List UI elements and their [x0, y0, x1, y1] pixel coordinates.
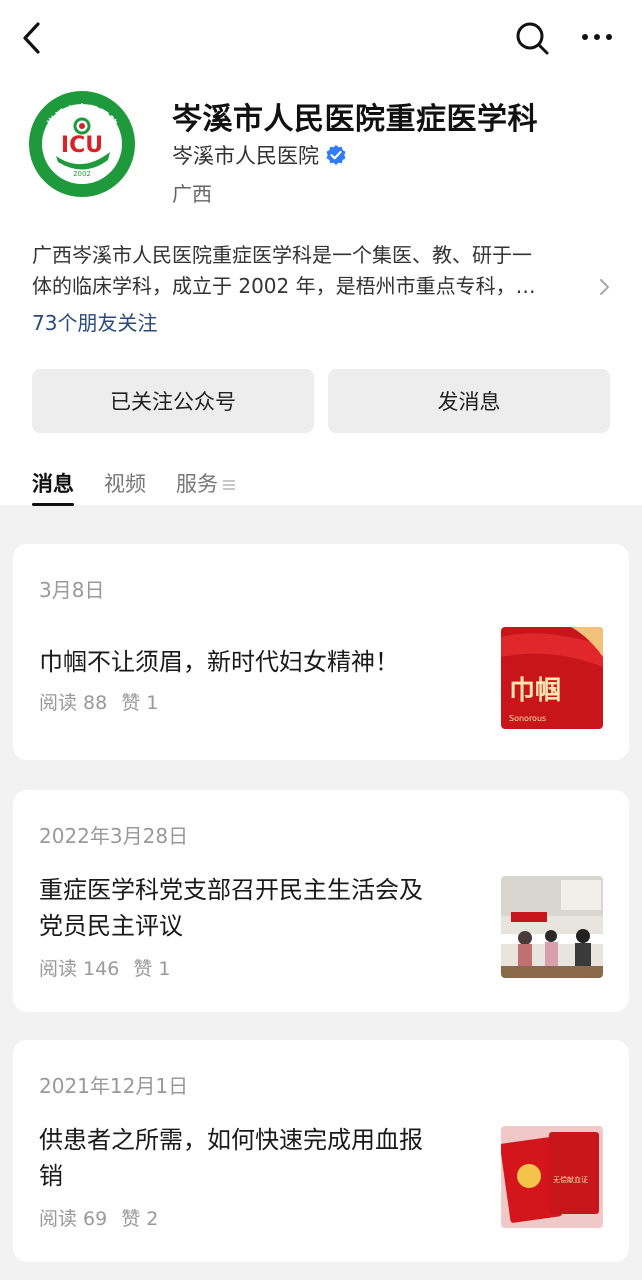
article-stats: 阅读 69 赞 2 — [39, 1204, 158, 1231]
chevron-right-icon[interactable] — [596, 276, 612, 298]
read-count: 阅读 69 — [39, 1208, 108, 1230]
article-date: 2022年3月28日 — [39, 824, 189, 848]
send-message-button[interactable]: 发消息 — [328, 369, 610, 433]
account-owner-label: 岑溪市人民医院 — [172, 144, 319, 168]
logo-year-text: 2002 — [73, 170, 91, 178]
description-line-1: 广西岑溪市人民医院重症医学科是一个集医、教、研于一 — [32, 243, 532, 267]
article-card[interactable]: 2022年3月28日 重症医学科党支部召开民主生活会及 党员民主评议 阅读 14… — [13, 790, 629, 1012]
search-icon[interactable] — [512, 18, 552, 58]
account-name: 岑溪市人民医院重症医学科 — [172, 102, 538, 137]
thumbnail-text: 巾帼 — [509, 676, 561, 706]
content-tabs: 消息 视频 服务 — [32, 468, 266, 506]
account-description[interactable]: 广西岑溪市人民医院重症医学科是一个集医、教、研于一 体的临床学科，成立于 200… — [32, 240, 578, 302]
verified-badge-icon — [326, 145, 346, 165]
read-count: 阅读 88 — [39, 692, 108, 714]
like-count: 赞 1 — [133, 958, 171, 980]
followed-button[interactable]: 已关注公众号 — [32, 369, 314, 433]
logo-center-text: ICU — [61, 133, 103, 158]
thumbnail-text: 无偿献血证 — [553, 1175, 588, 1184]
article-title: 供患者之所需，如何快速完成用血报 销 — [39, 1126, 423, 1190]
article-thumbnail — [501, 876, 603, 978]
article-stats: 阅读 146 赞 1 — [39, 954, 170, 981]
like-count: 赞 2 — [121, 1208, 159, 1230]
tab-services[interactable]: 服务 — [176, 468, 236, 502]
account-owner[interactable]: 岑溪市人民医院 — [172, 140, 347, 170]
article-thumbnail: 无偿献血证 — [501, 1126, 603, 1228]
article-thumbnail: 巾帼 Sonorous — [501, 627, 603, 729]
like-count: 赞 1 — [121, 692, 159, 714]
more-dots-icon[interactable] — [578, 22, 618, 52]
thumbnail-caption: Sonorous — [509, 714, 546, 723]
description-line-2: 体的临床学科，成立于 2002 年，是梧州市重点专科，… — [32, 274, 536, 298]
article-card[interactable]: 3月8日 巾帼不让须眉，新时代妇女精神！ 阅读 88 赞 1 巾帼 Sonoro… — [13, 544, 629, 760]
friends-following-link[interactable]: 73个朋友关注 — [32, 307, 157, 336]
article-card[interactable]: 2021年12月1日 供患者之所需，如何快速完成用血报 销 阅读 69 赞 2 … — [13, 1040, 629, 1262]
read-count: 阅读 146 — [39, 958, 120, 980]
account-logo[interactable]: 岑溪市人民医院 重症医学科 ICU 2002 — [28, 90, 136, 198]
back-icon[interactable] — [18, 20, 50, 56]
article-title: 巾帼不让须眉，新时代妇女精神！ — [39, 648, 399, 676]
article-title: 重症医学科党支部召开民主生活会及 党员民主评议 — [39, 876, 423, 940]
tab-messages[interactable]: 消息 — [32, 468, 74, 506]
article-date: 3月8日 — [39, 578, 105, 602]
account-region: 广西 — [172, 182, 212, 206]
article-stats: 阅读 88 赞 1 — [39, 688, 158, 715]
article-date: 2021年12月1日 — [39, 1074, 189, 1098]
profile-header: 岑溪市人民医院 重症医学科 ICU 2002 岑溪市人民医院重症医学科 岑溪市人… — [0, 0, 642, 506]
tab-videos[interactable]: 视频 — [104, 468, 146, 502]
menu-lines-icon — [223, 480, 235, 490]
